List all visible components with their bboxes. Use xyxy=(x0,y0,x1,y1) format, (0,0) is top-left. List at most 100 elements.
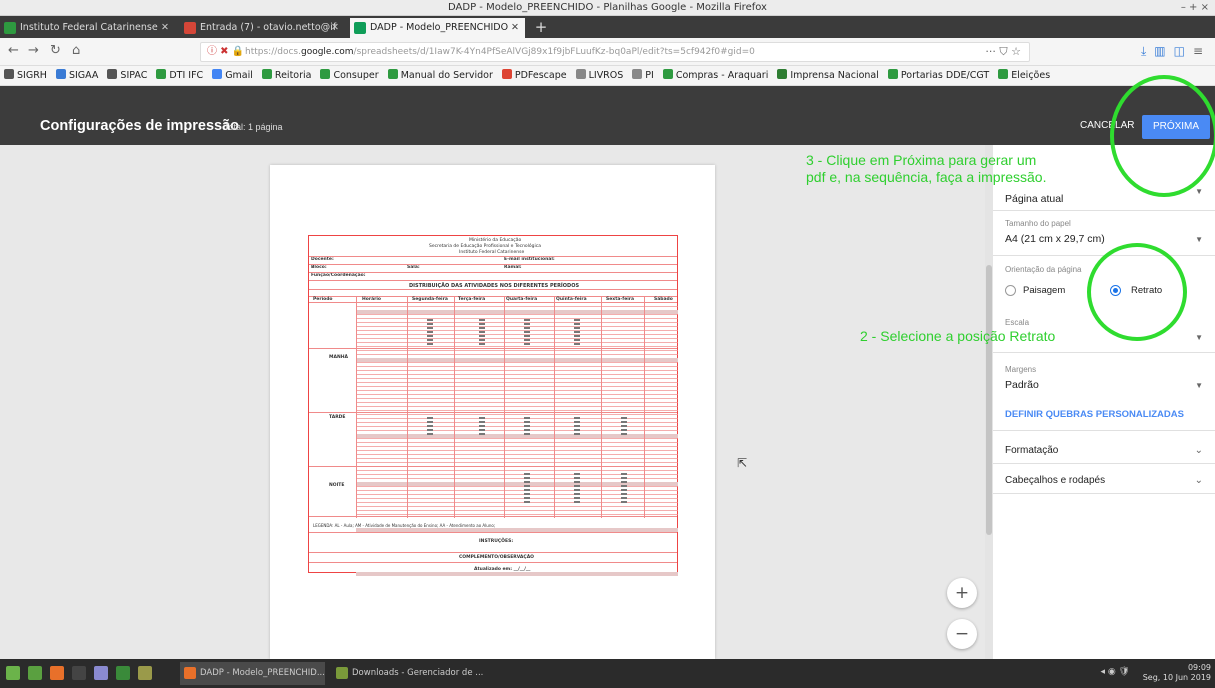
bookmark-label: DTI IFC xyxy=(169,70,204,81)
downloads-icon xyxy=(336,667,348,679)
start-menu-icon[interactable] xyxy=(6,666,20,680)
menu-icon[interactable]: ≡ xyxy=(1193,44,1211,58)
sheet-cell-text xyxy=(524,429,530,431)
scrollbar-thumb[interactable] xyxy=(986,265,992,535)
landscape-radio[interactable] xyxy=(1005,285,1016,296)
sheet-cell-text xyxy=(427,429,433,431)
custom-breaks-link[interactable]: DEFINIR QUEBRAS PERSONALIZADAS xyxy=(1005,409,1184,420)
clock[interactable]: 09:09 Seg, 10 Jun 2019 xyxy=(1143,663,1211,683)
grid-line xyxy=(356,446,678,447)
grid-line xyxy=(356,366,678,367)
scale-label: Escala xyxy=(1005,318,1030,327)
bookmark-item[interactable]: Portarias DDE/CGT xyxy=(887,66,989,85)
firefox-icon[interactable] xyxy=(50,666,64,680)
bookmark-item[interactable]: SIGAA xyxy=(55,66,99,85)
print-range-value[interactable]: Página atual xyxy=(1005,193,1063,205)
bookmark-star-icon[interactable]: ☆ xyxy=(1011,45,1021,58)
formatting-section[interactable]: Formatação xyxy=(1005,445,1058,456)
bookmark-item[interactable]: Manual do Servidor xyxy=(387,66,493,85)
tab-gmail[interactable]: Entrada (7) - otavio.netto@if ✕ xyxy=(180,18,345,38)
clock-date: Seg, 10 Jun 2019 xyxy=(1142,673,1211,682)
headers-footers-section[interactable]: Cabeçalhos e rodapés xyxy=(1005,475,1105,486)
bookmark-item[interactable]: Consuper xyxy=(320,66,379,85)
chevron-down-icon[interactable]: ⌄ xyxy=(1195,445,1203,456)
close-icon[interactable]: ✕ xyxy=(161,18,169,38)
dropdown-caret-icon[interactable]: ▼ xyxy=(1195,187,1203,196)
bookmark-item[interactable]: DTI IFC xyxy=(156,66,204,85)
annotation-step3-line2: pdf e, na sequência, faça a impressão. xyxy=(806,169,1047,185)
sheet-complement: COMPLEMENTO/OBSERVAÇÃO xyxy=(459,555,535,560)
sheet-cell-text xyxy=(524,497,530,499)
grid-line xyxy=(356,438,678,439)
paper-size-value[interactable]: A4 (21 cm x 29,7 cm) xyxy=(1005,233,1105,245)
terminal-icon[interactable] xyxy=(72,666,86,680)
close-icon[interactable]: ✕ xyxy=(331,18,339,38)
tab-instituto[interactable]: Instituto Federal Catarinense ✕ xyxy=(0,18,175,38)
reload-icon[interactable]: ↻ xyxy=(50,43,61,58)
annotation-step3-line1: 3 - Clique em Próxima para gerar um xyxy=(806,152,1037,168)
library-icon[interactable]: ▥ xyxy=(1154,44,1173,58)
bookmark-item[interactable]: LIVROS xyxy=(575,66,623,85)
bookmark-item[interactable]: SIPAC xyxy=(107,66,147,85)
grid-line xyxy=(356,406,678,407)
grid-line xyxy=(309,264,677,265)
bookmark-item[interactable]: PDFescape xyxy=(501,66,567,85)
print-settings-panel: Página atual ▼ Tamanho do papel A4 (21 c… xyxy=(993,145,1215,659)
dropdown-caret-icon[interactable]: ▼ xyxy=(1195,235,1203,244)
pocket-icon[interactable]: ⛉ xyxy=(999,45,1007,58)
chevron-down-icon[interactable]: ⌄ xyxy=(1195,475,1203,486)
sheet-column-header: Sexta-feira xyxy=(606,297,635,302)
grid-line xyxy=(356,386,678,387)
bookmark-item[interactable]: SIGRH xyxy=(4,66,47,85)
files-icon[interactable] xyxy=(94,666,108,680)
task-downloads[interactable]: Downloads - Gerenciador de ... xyxy=(332,662,492,685)
bookmark-item[interactable]: PI xyxy=(632,66,654,85)
bookmark-label: SIGAA xyxy=(68,70,99,81)
sheet-cell-text xyxy=(621,497,627,499)
sidebar-icon[interactable]: ◫ xyxy=(1174,44,1193,58)
sheet-cell-text xyxy=(574,339,580,341)
show-desktop-icon[interactable] xyxy=(28,666,42,680)
bookmark-item[interactable]: Imprensa Nacional xyxy=(777,66,879,85)
new-tab-button[interactable]: + xyxy=(530,16,552,38)
tray-icons[interactable]: ◂ ◉ 🛡 xyxy=(1100,667,1130,677)
page-actions-icon[interactable]: ··· xyxy=(985,45,996,58)
task-dadp[interactable]: DADP - Modelo_PREENCHID... xyxy=(180,662,325,685)
dropdown-caret-icon[interactable]: ▼ xyxy=(1195,381,1203,390)
zoom-out-button[interactable]: − xyxy=(947,619,977,649)
bookmark-item[interactable]: Gmail xyxy=(212,66,253,85)
dropdown-caret-icon[interactable]: ▼ xyxy=(1195,333,1203,342)
sheet-cell-text xyxy=(621,501,627,503)
download-icon[interactable]: ⤓ xyxy=(1141,44,1154,58)
page-total: Total: 1 página xyxy=(224,122,283,132)
zoom-in-button[interactable]: + xyxy=(947,578,977,608)
header-strip xyxy=(0,86,1215,108)
margins-value[interactable]: Padrão xyxy=(1005,379,1039,391)
home-icon[interactable]: ⌂ xyxy=(72,43,80,58)
sheet-cell-text xyxy=(479,421,485,423)
grid-line xyxy=(356,402,678,403)
bookmark-item[interactable]: Compras - Araquari xyxy=(662,66,768,85)
bookmark-item[interactable]: Reitoria xyxy=(261,66,311,85)
tab-dadp[interactable]: DADP - Modelo_PREENCHIDO ✕ xyxy=(350,18,525,38)
divider xyxy=(993,210,1215,211)
sheet-cell-text xyxy=(524,335,530,337)
back-arrow-icon[interactable]: ← xyxy=(8,43,19,58)
sheet-cell-text xyxy=(574,485,580,487)
grid-line xyxy=(309,272,677,273)
sheet-cell-text xyxy=(574,501,580,503)
folder-icon[interactable] xyxy=(138,666,152,680)
grid-line xyxy=(356,374,678,375)
close-icon[interactable]: ✕ xyxy=(511,18,519,38)
preview-scrollbar[interactable] xyxy=(985,145,993,659)
bookmark-item[interactable]: Eleições xyxy=(998,66,1050,85)
sheet-cell-text xyxy=(524,493,530,495)
sheet-sala: Sala: xyxy=(407,265,420,270)
landscape-label[interactable]: Paisagem xyxy=(1023,285,1065,296)
sheet-cell-text xyxy=(524,433,530,435)
url-bar[interactable]: ⓘ ✖ 🔒 https://docs.google.com/spreadshee… xyxy=(200,42,1030,62)
window-controls[interactable]: – + × xyxy=(1181,0,1209,16)
forward-arrow-icon[interactable]: → xyxy=(28,43,39,58)
sheet-cell-text xyxy=(621,481,627,483)
apps-icon[interactable] xyxy=(116,666,130,680)
